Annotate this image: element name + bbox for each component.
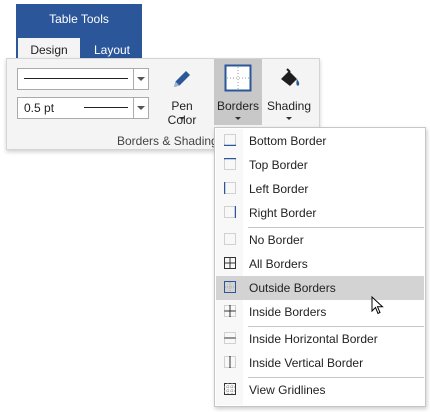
- table-tools-title: Table Tools: [49, 12, 109, 26]
- pen-icon: [174, 71, 190, 87]
- paint-bucket-icon: [281, 68, 300, 86]
- pen-color-label: Pen Color: [167, 99, 197, 127]
- line-style-preview: [24, 78, 128, 79]
- menu-item-right-border[interactable]: Right Border: [216, 201, 424, 225]
- line-weight-dropdown-button[interactable]: [133, 98, 148, 118]
- shading-label: Shading: [266, 99, 312, 113]
- menu-item-label: Top Border: [249, 158, 308, 172]
- outside-borders-icon: [224, 64, 252, 92]
- borders-label: Borders: [216, 99, 260, 113]
- menu-item-left-border[interactable]: Left Border: [216, 177, 424, 201]
- menu-item-label: Inside Horizontal Border: [249, 332, 378, 346]
- pen-color-button[interactable]: Pen Color: [157, 61, 207, 127]
- no-border-icon: [224, 233, 236, 245]
- menu-item-label: View Gridlines: [249, 383, 326, 397]
- menu-item-inside-horizontal-border[interactable]: Inside Horizontal Border: [216, 327, 424, 351]
- line-weight-preview: [84, 107, 128, 108]
- line-style-combo[interactable]: [17, 68, 149, 90]
- top-border-icon: [224, 158, 236, 170]
- all-borders-icon: [224, 257, 236, 269]
- line-style-dropdown-button[interactable]: [133, 69, 148, 89]
- menu-item-label: All Borders: [249, 257, 308, 271]
- menu-item-label: Inside Vertical Border: [249, 356, 364, 370]
- outside-borders-icon: [224, 281, 236, 293]
- inside-horizontal-border-icon: [224, 332, 236, 344]
- menu-item-outside-borders[interactable]: Outside Borders: [216, 276, 424, 300]
- left-border-icon: [224, 182, 236, 194]
- shading-button[interactable]: Shading: [265, 61, 313, 125]
- menu-item-view-gridlines[interactable]: View Gridlines: [216, 378, 424, 402]
- menu-item-label: Outside Borders: [249, 281, 336, 295]
- menu-item-label: Right Border: [249, 206, 317, 220]
- line-weight-combo[interactable]: 0.5 pt: [17, 97, 149, 119]
- menu-item-top-border[interactable]: Top Border: [216, 153, 424, 177]
- borders-caret-icon: [235, 117, 241, 120]
- group-label-borders-shadings: Borders & Shadings: [117, 134, 224, 148]
- pen-color-caret-icon: [179, 117, 185, 120]
- menu-item-label: No Border: [249, 233, 304, 247]
- menu-item-inside-borders[interactable]: Inside Borders: [216, 300, 424, 324]
- menu-item-inside-vertical-border[interactable]: Inside Vertical Border: [216, 351, 424, 375]
- menu-item-all-borders[interactable]: All Borders: [216, 252, 424, 276]
- menu-item-label: Left Border: [249, 182, 309, 196]
- line-weight-value: 0.5 pt: [24, 101, 55, 115]
- view-gridlines-icon: [224, 383, 236, 395]
- borders-dropdown-menu: Bottom Border Top Border Left Border Rig…: [214, 127, 426, 407]
- right-border-icon: [224, 206, 236, 218]
- menu-item-label: Inside Borders: [249, 305, 327, 319]
- shading-caret-icon: [286, 117, 292, 120]
- menu-item-label: Bottom Border: [249, 134, 327, 148]
- mouse-cursor-icon: [371, 296, 384, 315]
- menu-item-no-border[interactable]: No Border: [216, 228, 424, 252]
- menu-item-bottom-border[interactable]: Bottom Border: [216, 129, 424, 153]
- inside-vertical-border-icon: [224, 356, 236, 368]
- borders-button[interactable]: Borders: [214, 59, 262, 125]
- table-tools-header: Table Tools Design Layout: [16, 4, 142, 62]
- inside-borders-icon: [224, 305, 236, 317]
- bottom-border-icon: [224, 134, 236, 146]
